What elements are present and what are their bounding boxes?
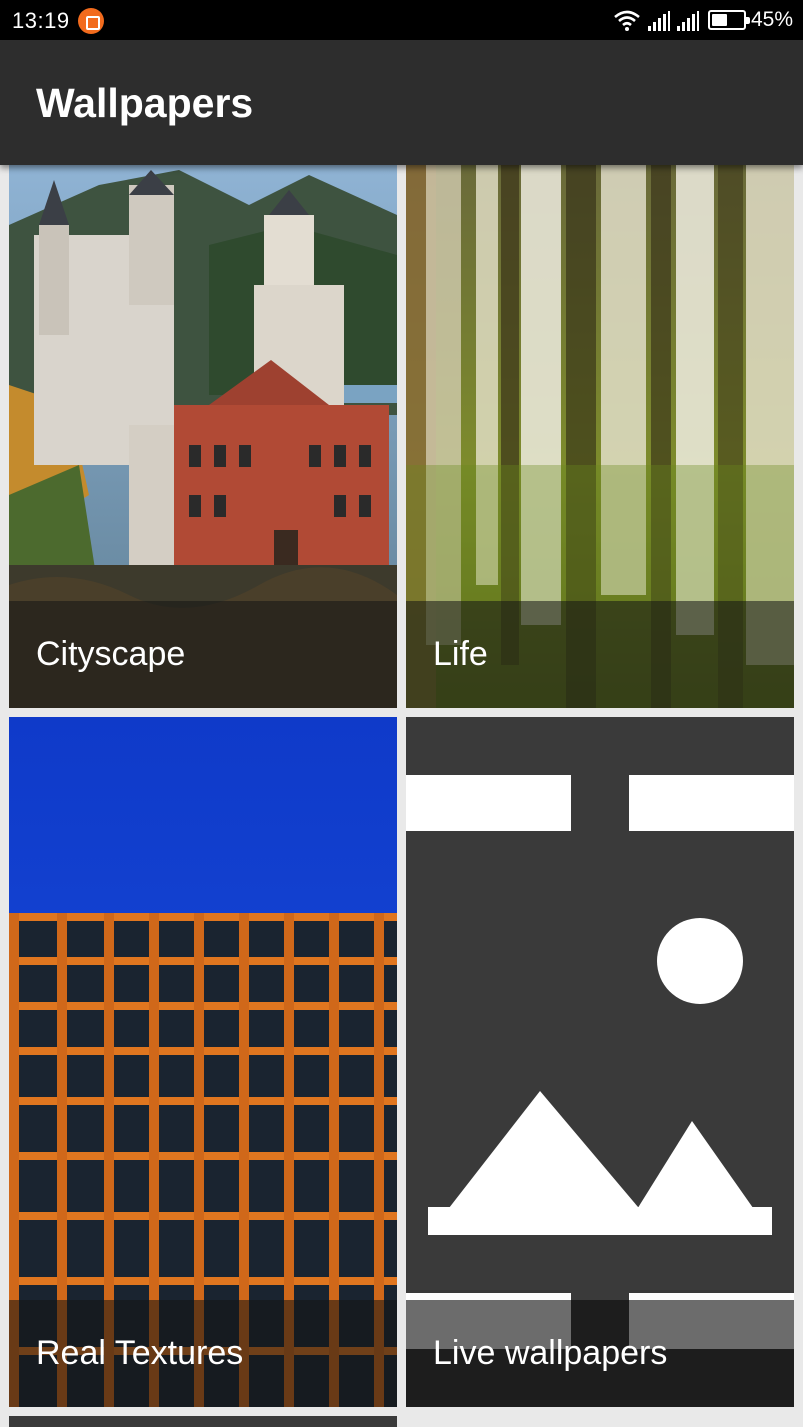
wifi-icon [614, 10, 640, 31]
battery-icon [708, 10, 750, 30]
tile-label: Cityscape [36, 635, 186, 673]
page-title: Wallpapers [36, 80, 254, 126]
signal-icon [677, 11, 699, 31]
battery-level [712, 14, 728, 26]
tile-label-bar: Cityscape [9, 601, 397, 708]
battery-percent: 45% [751, 8, 794, 31]
tile-label-bar: Real Textures [9, 1300, 397, 1407]
tile-label-bar: Live wallpapers [406, 1300, 794, 1407]
tile-label: Real Textures [36, 1334, 244, 1372]
tile-label: Live wallpapers [433, 1334, 668, 1372]
app-bar: Wallpapers [0, 40, 803, 165]
wallpaper-category-life[interactable]: Life [406, 165, 794, 708]
signal-icon [648, 11, 670, 31]
status-bar: 13:19 45% [0, 0, 803, 40]
tile-label: Life [433, 635, 488, 673]
wallpaper-category-partial[interactable] [9, 1416, 397, 1427]
status-time: 13:19 [12, 8, 70, 33]
wallpaper-category-real-textures[interactable]: Real Textures [9, 717, 397, 1407]
notification-icon [78, 8, 104, 34]
tile-label-bar: Life [406, 601, 794, 708]
wallpaper-category-cityscape[interactable]: Cityscape [9, 165, 397, 708]
wallpaper-category-live-wallpapers[interactable]: Live wallpapers [406, 717, 794, 1407]
